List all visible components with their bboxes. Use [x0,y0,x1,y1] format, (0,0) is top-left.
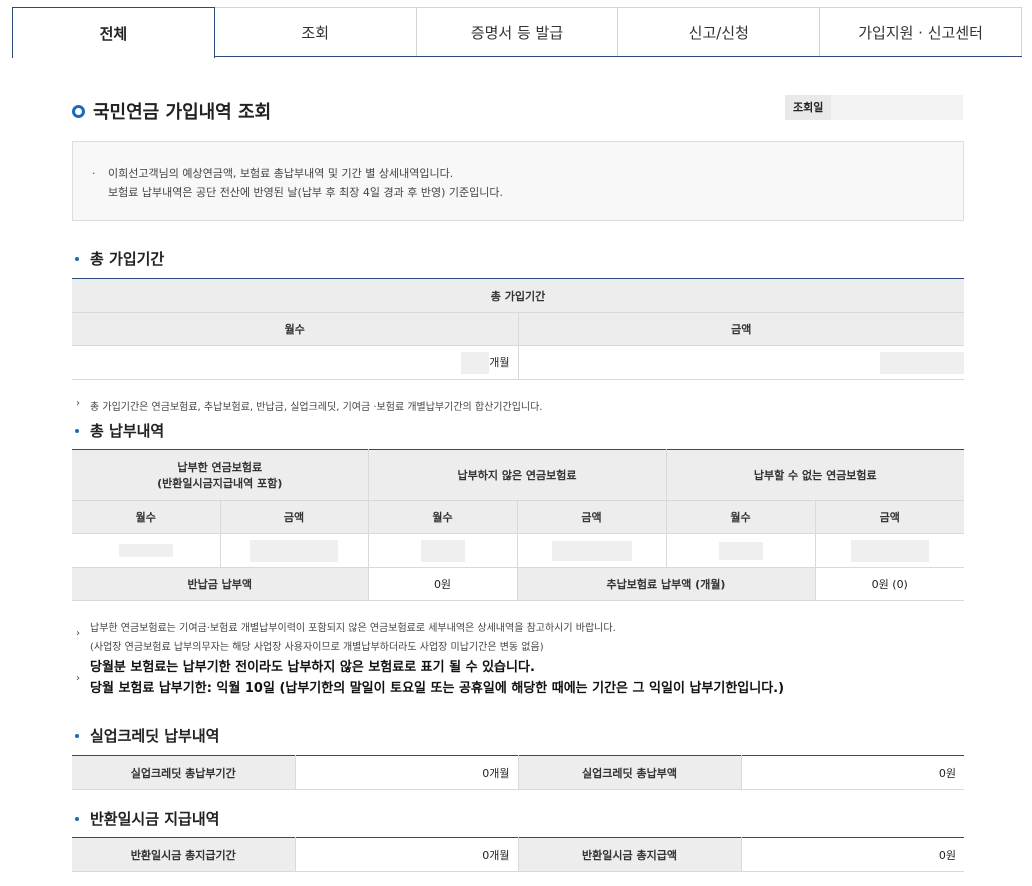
deadline-note-line-2: 당월 보험료 납부기한: 익월 10일 (납부기한의 말일이 토요일 또는 공휴… [90,681,785,696]
masked-value [250,539,338,562]
payment-note-line-1: 납부한 연금보험료는 기여금·보험료 개별납부이력이 포함되지 않은 연금보험료… [90,623,616,634]
bullet-icon: › [76,673,80,684]
bullet-icon [75,256,79,261]
notice-line-1: 이희선고객님의 예상연금액, 보험료 총납부내역 및 기간 별 상세내역입니다. [108,167,454,180]
refund-period-label: 반환일시금 총지급기간 [72,837,296,872]
section-title: 총 납부내역 [90,422,165,440]
col-months: 월수 [72,500,221,534]
title-ring-icon [72,104,85,118]
col-amount: 금액 [219,500,369,534]
refund-amount-value: 0원 [740,837,964,872]
months-unit: 개월 [489,355,510,369]
paid-group-header: 납부한 연금보험료 (반환일시금지급내역 포함) [72,449,369,501]
masked-cell [665,533,816,568]
masked-cell [367,533,518,568]
col-amount: 금액 [516,500,667,534]
refund-amount-label: 반환일시금 총지급액 [517,837,742,872]
inquiry-date-label: 조회일 [785,95,832,120]
period-note: › 총 가입기간은 연금보험료, 추납보험료, 반납금, 실업크레딧, 기여금 ·… [76,398,543,413]
masked-cell [814,533,965,568]
tab-all[interactable]: 전체 [12,7,215,58]
bullet-icon [75,816,79,821]
return-label: 반납금 납부액 [72,567,369,601]
unemployment-table: 실업크레딧 총납부기간 0개월 실업크레딧 총납부액 0원 [72,755,964,790]
col-amount: 금액 [517,312,964,346]
masked-value [461,351,490,374]
bullet-icon: › [76,398,80,409]
col-months: 월수 [665,500,816,534]
unemployment-amount-label: 실업크레딧 총납부액 [517,755,742,790]
tab-report[interactable]: 신고/신청 [618,7,821,56]
unpayable-group-header: 납부할 수 없는 연금보험료 [665,449,965,501]
payment-deadline-note: 당월분 보험료는 납부기한 전이라도 납부하지 않은 보험료로 표기 될 수 있… [90,657,784,699]
unemployment-amount-value: 0원 [740,755,964,790]
section-total-period: 총 가입기간 [75,248,164,269]
payment-note: 납부한 연금보험료는 기여금·보험료 개별납부이력이 포함되지 않은 연금보험료… [90,619,616,657]
col-months: 월수 [367,500,518,534]
bullet-icon [75,733,79,738]
page-title-wrap: 국민연금 가입내역 조회 [72,98,271,124]
masked-value [850,539,929,562]
unemployment-period-label: 실업크레딧 총납부기간 [72,755,296,790]
col-amount: 금액 [814,500,965,534]
masked-value [420,539,465,562]
section-total-payment: 총 납부내역 [75,420,164,441]
inquiry-date-value [831,95,964,120]
bullet-icon [75,428,79,433]
tab-bar: 전체 조회 증명서 등 발급 신고/신청 가입지원 · 신고센터 [12,7,1022,58]
period-header: 총 가입기간 [72,278,964,313]
section-refund: 반환일시금 지급내역 [75,808,219,829]
payment-note-line-2: (사업장 연금보험료 납부의무자는 해당 사업장 사용자이므로 개별납부하더라도… [90,642,544,653]
col-months: 월수 [72,312,519,346]
section-unemployment: 실업크레딧 납부내역 [75,725,219,746]
unpaid-group-header: 납부하지 않은 연금보험료 [367,449,667,501]
addpay-value: 0원 (0) [814,567,965,601]
deadline-note-line-1: 당월분 보험료는 납부기한 전이라도 납부하지 않은 보험료로 표기 될 수 있… [90,660,535,675]
bullet-icon: · [92,167,96,180]
masked-cell [219,533,369,568]
period-table: 총 가입기간 월수 금액 개월 [72,278,964,380]
masked-cell [516,533,667,568]
bullet-icon: › [76,628,80,639]
refund-period-value: 0개월 [294,837,519,872]
unemployment-period-value: 0개월 [294,755,519,790]
masked-cell [72,533,221,568]
inquiry-date: 조회일 [785,95,964,120]
refund-table: 반환일시금 총지급기간 0개월 반환일시금 총지급액 0원 [72,837,964,872]
notice-box: · 이희선고객님의 예상연금액, 보험료 총납부내역 및 기간 별 상세내역입니다… [72,141,964,221]
period-months-cell: 개월 [72,345,519,380]
addpay-label: 추납보험료 납부액 (개월) [516,567,816,601]
masked-value [718,541,763,560]
tab-certificate[interactable]: 증명서 등 발급 [416,7,619,56]
masked-value [118,544,173,558]
masked-value [551,540,632,561]
return-value: 0원 [367,567,518,601]
tab-inquiry[interactable]: 조회 [214,7,417,56]
section-title: 총 가입기간 [90,250,165,268]
tab-support-center[interactable]: 가입지원 · 신고센터 [820,7,1022,56]
section-title: 실업크레딧 납부내역 [90,727,220,745]
section-title: 반환일시금 지급내역 [90,810,220,828]
period-amount-cell [517,345,964,380]
payment-table: 납부한 연금보험료 (반환일시금지급내역 포함) 납부하지 않은 연금보험료 납부… [72,449,965,601]
page-title: 국민연금 가입내역 조회 [93,102,272,123]
masked-value [880,351,964,374]
notice-line-2: 보험료 납부내역은 공단 전산에 반영된 날(납부 후 최장 4일 경과 후 반… [108,186,503,199]
